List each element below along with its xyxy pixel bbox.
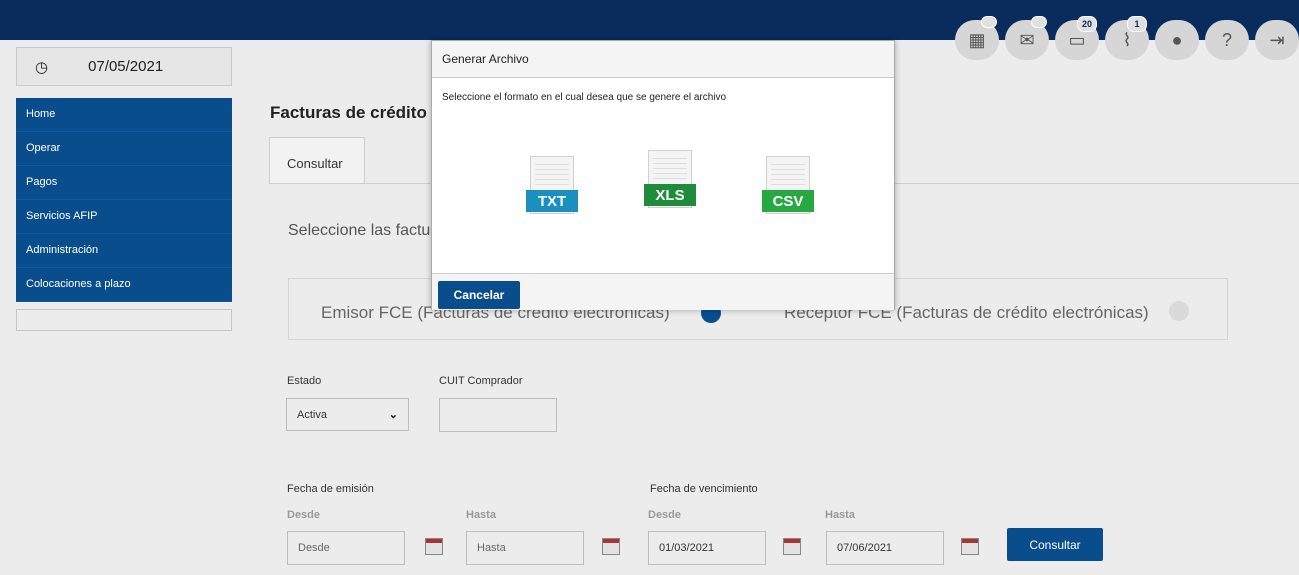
xls-label: XLS [644,184,696,206]
dialog-description: Seleccione el formato en el cual desea q… [442,92,727,103]
dialog-body: Seleccione el formato en el cual desea q… [432,78,894,272]
dialog-footer: Cancelar [432,273,894,310]
csv-label: CSV [762,190,814,212]
csv-file-icon[interactable]: CSV [762,156,814,216]
txt-label: TXT [526,190,578,212]
dialog-title: Generar Archivo [432,41,894,78]
txt-file-icon[interactable]: TXT [526,156,578,216]
generar-archivo-dialog: Generar Archivo Seleccione el formato en… [431,40,895,310]
xls-file-icon[interactable]: XLS [644,150,696,210]
cancel-button[interactable]: Cancelar [438,281,520,309]
